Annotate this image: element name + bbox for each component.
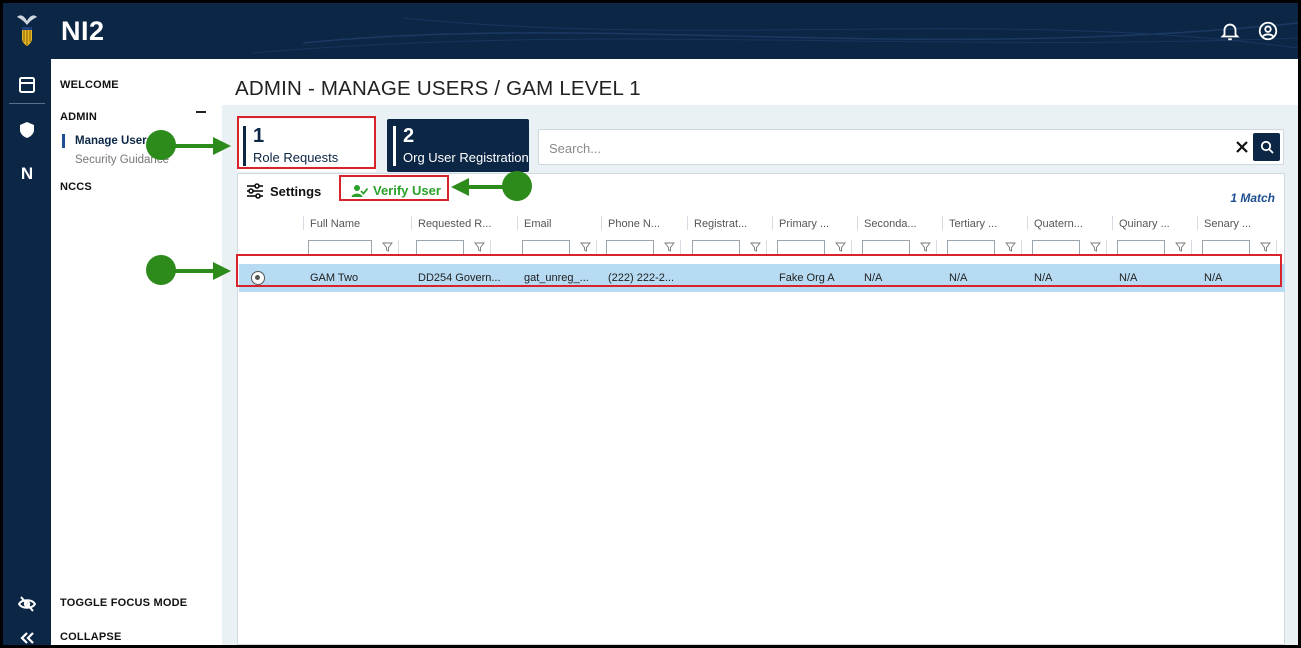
settings-label: Settings [270,183,322,199]
column-divider [601,216,602,230]
collapse-admin-icon[interactable] [196,111,206,113]
annotation-arrow-head [213,137,231,155]
column-divider [1027,216,1028,230]
column-header[interactable]: Phone N... [608,218,660,230]
search-button[interactable] [1253,133,1280,161]
filter-funnel-icon[interactable] [750,241,761,253]
eagle-seal-logo [17,15,37,46]
annotation-arrow-line [171,144,215,148]
main-content: ADMIN - MANAGE USERS / GAM LEVEL 1 1 Rol… [219,59,1298,645]
filter-funnel-icon[interactable] [1005,241,1016,253]
search-bar [538,129,1284,165]
settings-button[interactable]: Settings [246,183,321,199]
top-bar: NI2 [3,3,1298,59]
menu-nccs[interactable]: NCCS [60,181,92,193]
account-circle-icon[interactable] [1257,20,1279,42]
collapse-menu[interactable]: COLLAPSE [60,631,122,643]
rail-letter: N [20,164,34,183]
column-header[interactable]: Quinary ... [1119,218,1170,230]
filter-funnel-icon[interactable] [1090,241,1101,253]
search-input[interactable] [549,138,1169,158]
column-divider [942,216,943,230]
annotation-arrow-head [451,178,469,196]
filter-funnel-icon[interactable] [664,241,675,253]
annotation-arrow-line [171,269,215,273]
menu-item-manage-users[interactable]: Manage Users [75,135,153,147]
filter-funnel-icon[interactable] [382,241,393,253]
tab-org-user-registration[interactable]: 2 Org User Registration [387,119,529,172]
header-wave-decoration [252,17,1298,54]
column-header[interactable]: Senary ... [1204,218,1251,230]
column-divider [687,216,688,230]
annotation-highlight-tab [237,116,376,169]
bell-icon[interactable] [1219,20,1241,42]
sliders-icon [247,183,263,199]
column-divider [772,216,773,230]
results-table: Settings Verify User 1 Match Full Name Re… [237,173,1285,645]
filter-funnel-icon[interactable] [835,241,846,253]
annotation-arrow-line [469,185,505,189]
app-title: NI2 [61,16,105,46]
column-header[interactable]: Registrat... [694,218,747,230]
active-indicator [62,134,65,148]
annotation-marker [502,171,532,201]
filter-funnel-icon[interactable] [474,241,485,253]
annotation-highlight-row [236,254,1282,287]
filter-funnel-icon[interactable] [920,241,931,253]
annotation-arrow-head [213,262,231,280]
match-count: 1 Match [1230,191,1275,205]
filter-funnel-icon[interactable] [580,241,591,253]
column-divider [411,216,412,230]
annotation-highlight-verify [339,175,449,201]
shield-icon[interactable] [16,119,38,141]
clear-icon[interactable] [1233,138,1251,156]
left-rail: N [3,59,51,645]
dashboard-icon[interactable] [16,74,38,96]
column-divider [857,216,858,230]
filter-funnel-icon[interactable] [1260,241,1271,253]
app-frame: NI2 N WELCOME ADMIN Manage Users Securit… [3,3,1298,645]
double-chevron-left-icon[interactable] [16,627,38,645]
tab-number: 2 [403,125,415,147]
column-header[interactable]: Full Name [310,218,360,230]
column-divider [303,216,304,230]
search-icon [1260,140,1274,154]
tab-indicator [393,126,396,166]
n-module-icon[interactable]: N [16,163,38,185]
column-divider [1112,216,1113,230]
column-divider [1197,216,1198,230]
rail-divider [9,103,45,104]
column-header[interactable]: Quatern... [1034,218,1083,230]
column-header[interactable]: Tertiary ... [949,218,997,230]
menu-admin[interactable]: ADMIN [60,111,97,123]
page-title: ADMIN - MANAGE USERS / GAM LEVEL 1 [235,77,641,100]
column-header[interactable]: Requested R... [418,218,491,230]
column-header[interactable]: Seconda... [864,218,917,230]
column-header[interactable]: Primary ... [779,218,829,230]
filter-funnel-icon[interactable] [1175,241,1186,253]
eye-off-icon[interactable] [16,593,38,615]
column-header[interactable]: Email [524,218,552,230]
toggle-focus-mode[interactable]: TOGGLE FOCUS MODE [60,597,187,609]
menu-welcome[interactable]: WELCOME [60,79,119,91]
column-divider [517,216,518,230]
tab-label: Org User Registration [403,150,529,165]
